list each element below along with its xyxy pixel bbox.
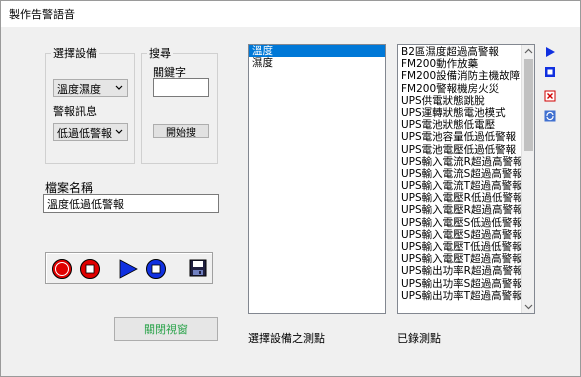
start-search-label: 開始搜	[166, 127, 196, 139]
list-item[interactable]: UPS供電狀態跳脫	[398, 95, 534, 107]
stop-record-button[interactable]	[78, 257, 102, 281]
window-title: 製作告警語音	[9, 8, 75, 21]
alarm-select-value: 低過低警報	[57, 127, 112, 140]
list-item[interactable]: UPS輸入電壓R超過高警報	[398, 204, 534, 216]
chevron-down-icon	[115, 129, 123, 134]
scroll-down-icon[interactable]	[524, 302, 533, 311]
chevron-down-icon	[115, 85, 123, 90]
list-item[interactable]: FM200警報機房火災	[398, 83, 534, 95]
stop-icon	[545, 67, 555, 77]
points-list[interactable]: 溫度 濕度	[248, 44, 386, 314]
play-icon	[546, 47, 555, 57]
list-item[interactable]: UPS輸入電壓R低過低警報	[398, 192, 534, 204]
recorded-caption: 已錄測點	[397, 332, 441, 345]
side-stop-button[interactable]	[543, 65, 557, 79]
list-item[interactable]: UPS輸出功率S超過高警報	[398, 278, 534, 290]
alarm-select[interactable]: 低過低警報	[53, 123, 128, 141]
list-item[interactable]: UPS電池電壓低過低警報	[398, 144, 534, 156]
list-item[interactable]: UPS輸入電壓S低過低警報	[398, 217, 534, 229]
list-item[interactable]: UPS輸入電壓T超過高警報	[398, 253, 534, 265]
list-item[interactable]: UPS輸入電壓S超過高警報	[398, 229, 534, 241]
side-play-button[interactable]	[543, 45, 557, 59]
side-delete-button[interactable]	[543, 89, 557, 103]
alarm-label: 警報訊息	[53, 105, 97, 118]
list-item[interactable]: UPS運轉狀態電池模式	[398, 107, 534, 119]
scrollbar-thumb[interactable]	[524, 59, 533, 151]
scroll-up-icon[interactable]	[524, 47, 533, 56]
recording-toolbar	[45, 252, 213, 284]
start-search-button[interactable]: 開始搜	[153, 124, 209, 139]
list-item[interactable]: 濕度	[249, 57, 385, 69]
title-bar: 製作告警語音	[1, 1, 580, 27]
list-item[interactable]: B2區濕度超過高警報	[398, 46, 534, 58]
list-item[interactable]: FM200動作放藥	[398, 58, 534, 70]
filename-input[interactable]	[43, 194, 219, 213]
side-refresh-button[interactable]	[543, 109, 557, 123]
list-item[interactable]: UPS電池狀態低電壓	[398, 119, 534, 131]
refresh-icon	[544, 110, 556, 122]
list-item[interactable]: UPS輸出功率R超過高警報	[398, 265, 534, 277]
play-icon	[119, 259, 138, 279]
device-select-value: 溫度濕度	[57, 83, 101, 96]
list-item[interactable]: UPS輸入電壓T低過低警報	[398, 241, 534, 253]
list-item[interactable]: 溫度	[249, 45, 385, 58]
main-window: 製作告警語音 選擇設備 溫度濕度 警報訊息 低過低警報 搜尋 關鍵字 開始搜 檔…	[0, 0, 581, 377]
device-select[interactable]: 溫度濕度	[53, 79, 128, 97]
list-item[interactable]: UPS電池容量低過低警報	[398, 131, 534, 143]
list-item[interactable]: UPS輸出功率T超過高警報	[398, 290, 534, 302]
list-item[interactable]: UPS輸入電流S超過高警報	[398, 168, 534, 180]
keyword-input[interactable]	[153, 78, 209, 97]
play-button[interactable]	[116, 257, 140, 281]
list-item[interactable]: UPS輸入電流R超過高警報	[398, 156, 534, 168]
points-caption: 選擇設備之測點	[248, 332, 325, 345]
delete-icon	[544, 90, 556, 102]
record-button[interactable]	[50, 257, 74, 281]
list-item[interactable]: UPS輸入電流T超過高警報	[398, 180, 534, 192]
device-group-label: 選擇設備	[51, 45, 99, 61]
search-group-label: 搜尋	[147, 45, 173, 61]
stop-play-button[interactable]	[144, 257, 168, 281]
list-item[interactable]: FM200設備消防主機故障	[398, 70, 534, 82]
save-button[interactable]	[188, 258, 208, 278]
recorded-list-scrollbar[interactable]	[521, 45, 534, 313]
close-window-label: 關閉視窗	[144, 323, 188, 336]
close-window-button[interactable]: 關閉視窗	[114, 317, 218, 341]
recorded-list[interactable]: B2區濕度超過高警報 FM200動作放藥 FM200設備消防主機故障 FM200警報機…	[397, 44, 535, 314]
